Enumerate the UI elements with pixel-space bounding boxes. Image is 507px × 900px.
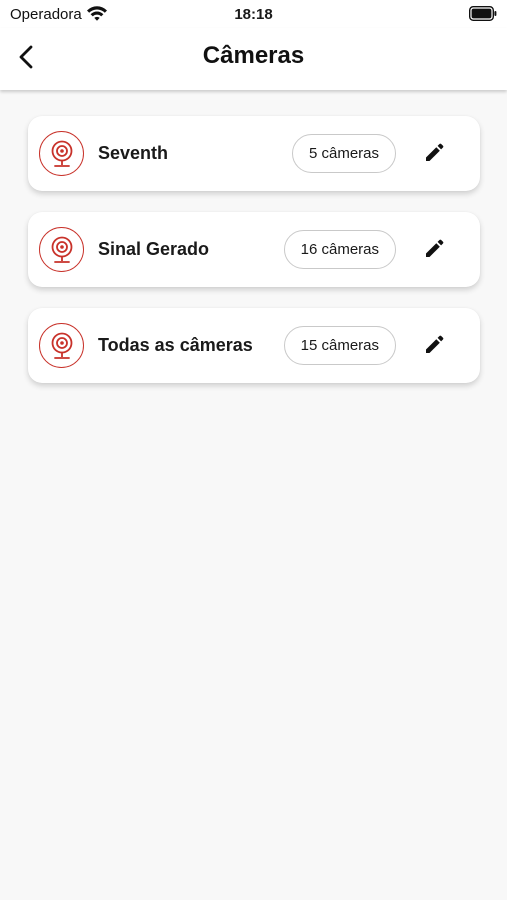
page-title: Câmeras — [202, 42, 305, 69]
pencil-icon — [426, 335, 444, 353]
camera-group-name: Todas as câmeras — [98, 335, 253, 355]
camera-group-name: Seventh — [98, 143, 169, 163]
pencil-icon — [426, 239, 444, 257]
webcam-icon — [39, 131, 84, 176]
edit-button[interactable] — [422, 237, 446, 261]
webcam-icon — [39, 227, 84, 272]
webcam-icon — [39, 323, 84, 368]
camera-count-badge: 5 câmeras — [291, 134, 396, 173]
app-header: Câmeras — [0, 28, 507, 90]
pencil-icon — [426, 143, 444, 161]
camera-count-badge: 16 câmeras — [283, 230, 396, 269]
status-bar: Operadora 18:18 — [0, 0, 507, 28]
camera-group-list: Seventh 5 câmeras Sinal Gerado 16 câmera… — [28, 116, 480, 404]
camera-group-card[interactable]: Todas as câmeras 15 câmeras — [28, 308, 480, 383]
camera-count-badge: 15 câmeras — [283, 326, 396, 365]
camera-group-name: Sinal Gerado — [98, 239, 210, 259]
status-time: 18:18 — [234, 6, 273, 23]
camera-group-card[interactable]: Sinal Gerado 16 câmeras — [28, 212, 480, 287]
edit-button[interactable] — [422, 141, 446, 165]
edit-button[interactable] — [422, 333, 446, 357]
camera-group-card[interactable]: Seventh 5 câmeras — [28, 116, 480, 191]
battery-icon — [469, 6, 497, 21]
